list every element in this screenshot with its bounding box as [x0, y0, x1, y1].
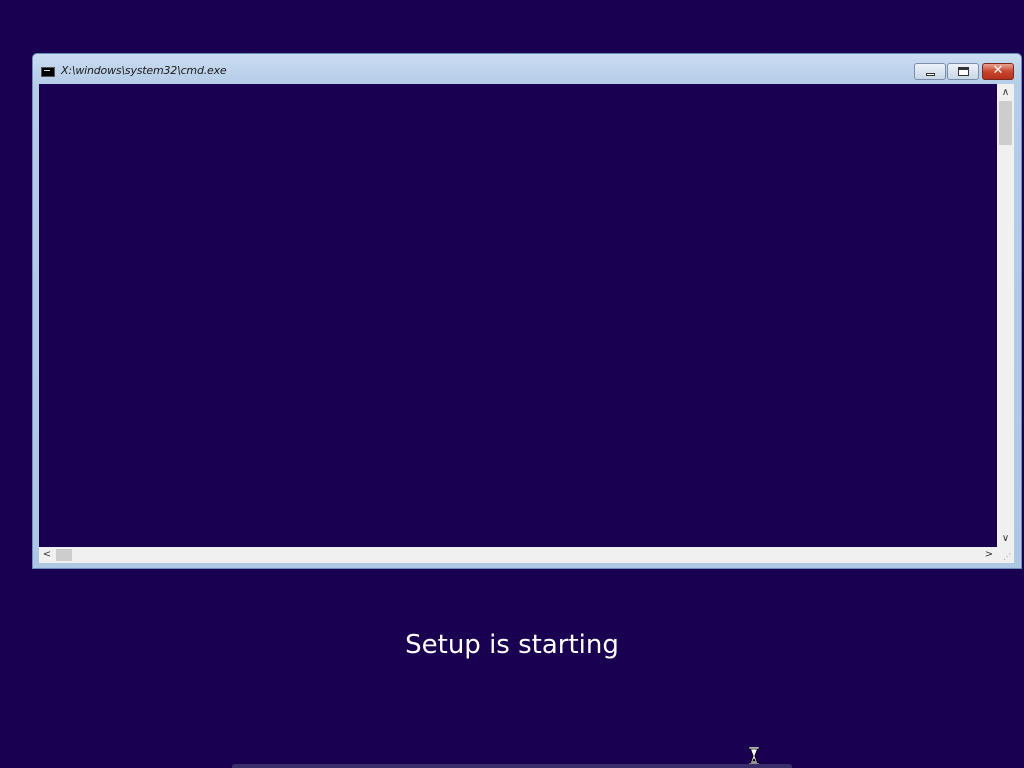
bottom-edge-bar	[232, 764, 792, 768]
console-icon[interactable]	[41, 67, 55, 77]
minimize-icon	[926, 73, 935, 76]
maximize-button[interactable]	[947, 63, 979, 80]
resize-grip[interactable]: ⋰	[997, 547, 1014, 563]
resize-grip-icon: ⋰	[1003, 552, 1011, 561]
vertical-scrollbar[interactable]: ∧ ∨	[997, 84, 1014, 547]
window-title: X:\windows\system32\cmd.exe	[61, 64, 227, 77]
console-area[interactable]	[39, 84, 997, 547]
close-button[interactable]: ✕	[982, 63, 1014, 80]
hourglass-icon	[749, 747, 759, 765]
setup-status-message: Setup is starting	[405, 630, 619, 660]
horizontal-scroll-thumb[interactable]	[56, 549, 72, 561]
close-icon: ✕	[992, 63, 1004, 78]
minimize-button[interactable]	[914, 63, 946, 80]
scroll-right-icon[interactable]: >	[981, 547, 997, 563]
scroll-up-icon[interactable]: ∧	[997, 84, 1014, 101]
scroll-left-icon[interactable]: <	[39, 547, 55, 563]
scroll-down-icon[interactable]: ∨	[997, 530, 1014, 547]
desktop: X:\windows\system32\cmd.exe ✕ ∧ ∨ < > ⋰	[0, 0, 1024, 768]
cmd-window[interactable]: X:\windows\system32\cmd.exe ✕ ∧ ∨ < > ⋰	[32, 53, 1022, 569]
horizontal-scrollbar[interactable]: < >	[39, 547, 997, 563]
title-bar[interactable]: X:\windows\system32\cmd.exe ✕	[33, 54, 1021, 84]
vertical-scroll-thumb[interactable]	[999, 101, 1012, 145]
maximize-icon	[958, 67, 969, 76]
